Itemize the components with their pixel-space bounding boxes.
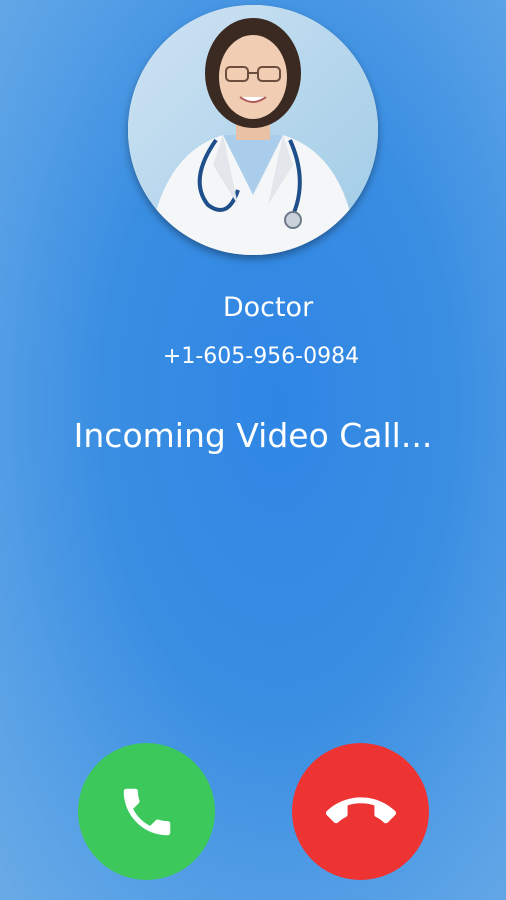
accept-call-button[interactable]: [78, 743, 215, 880]
caller-name: Doctor: [222, 292, 314, 323]
doctor-avatar-photo: [128, 5, 378, 255]
hangup-icon: [325, 796, 396, 823]
caller-number: +1-605-956-0984: [162, 344, 360, 369]
call-status: Incoming Video Call...: [73, 416, 433, 455]
incoming-call-screen: Doctor +1-605-956-0984 Incoming Video Ca…: [0, 0, 506, 900]
decline-call-button[interactable]: [292, 743, 429, 880]
phone-icon: [123, 788, 170, 835]
caller-avatar: [128, 5, 378, 255]
